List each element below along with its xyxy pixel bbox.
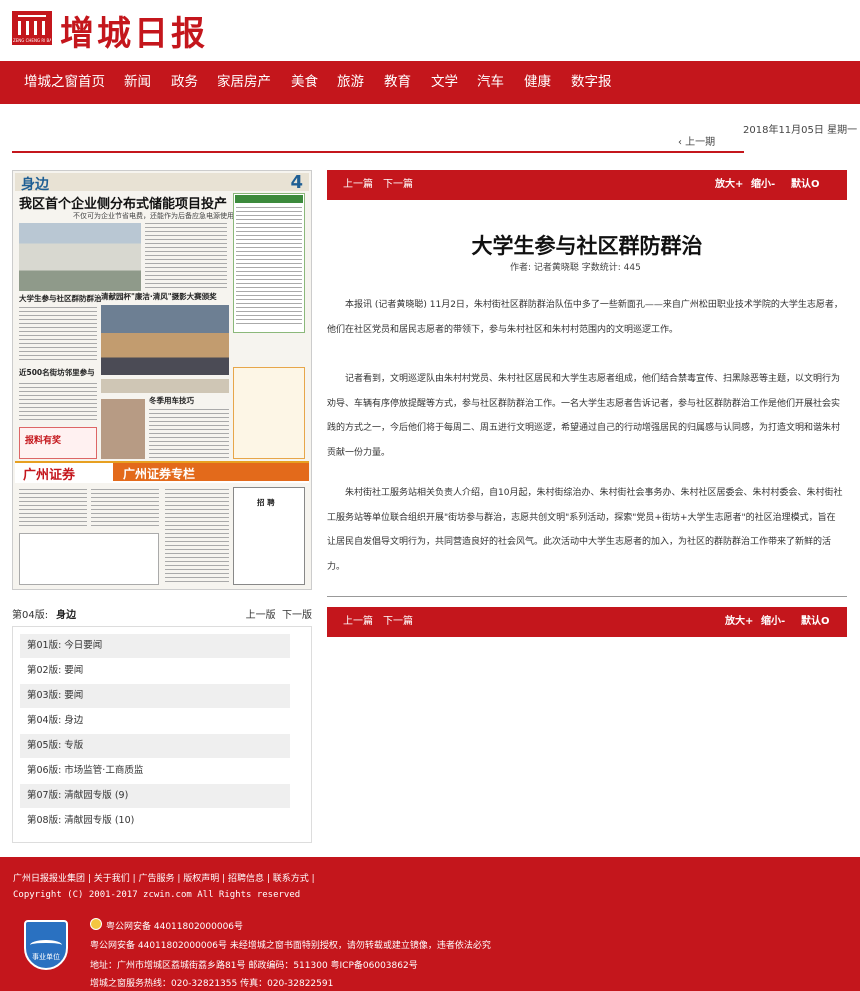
divider [327, 596, 847, 597]
text-column [19, 307, 97, 363]
footer: 广州日报报业集团 | 关于我们 | 广告服务 | 版权声明 | 招聘信息 | 联… [0, 857, 860, 991]
recruitment-title: 招 聘 [257, 498, 275, 507]
footer-links[interactable]: 广州日报报业集团 | 关于我们 | 广告服务 | 版权声明 | 招聘信息 | 联… [13, 871, 315, 884]
nav-home-property[interactable]: 家居房产 [217, 61, 271, 103]
zoom-in-button[interactable]: 放大+ [725, 607, 753, 637]
prev-article-button[interactable]: 上一篇 [343, 170, 373, 200]
page-header-band [15, 173, 309, 191]
current-edition: 第04版: 身边 [12, 606, 76, 621]
divider [12, 151, 744, 153]
article-paragraph: 记者看到，文明巡逻队由朱村村党员、朱村社区居民和大学生志愿者组成，他们结合禁毒宣… [327, 374, 841, 458]
edition-item-03[interactable]: 第03版: 要闻 [20, 684, 290, 708]
article-body: 本报讯 (记者黄晓聪) 11月2日，朱村街社区群防群治队伍中多了一些新面孔——来… [327, 293, 843, 342]
edition-item-01[interactable]: 第01版: 今日要闻 [20, 634, 290, 658]
page-subhead: 不仅可为企业节省电费，还能作为后备应急电源使用 [73, 212, 234, 220]
report-prize-ad-text: 报料有奖 [25, 436, 62, 446]
edition-pager: 上一版 下一版 [246, 606, 312, 621]
zoom-out-button[interactable]: 缩小- [751, 170, 775, 200]
issue-date: 2018年11月05日 星期一 [743, 125, 858, 136]
footer-address: 地址：广州市增城区荔城街荔乡路81号 邮政编码：511300 粤ICP备0600… [90, 961, 418, 971]
nav-literature[interactable]: 文学 [431, 61, 458, 103]
page-section-name: 身边 [21, 177, 49, 193]
default-size-button[interactable]: 默认O [791, 170, 820, 200]
next-article-button[interactable]: 下一篇 [383, 607, 413, 637]
text-column [19, 383, 97, 421]
default-size-button[interactable]: 默认O [801, 607, 830, 637]
page-story-4[interactable]: 冬季用车技巧 [149, 395, 194, 406]
article-paragraph: 本报讯 (记者黄晓聪) 11月2日，朱村街社区群防群治队伍中多了一些新面孔——来… [327, 300, 843, 335]
nav-health[interactable]: 健康 [524, 61, 551, 103]
footer-hotline: 增城之窗服务热线：020-32821355 传真：020-32822591 [90, 979, 334, 989]
prev-issue-link[interactable]: ‹ 上一期 [678, 133, 715, 148]
weather-table-rows [236, 207, 302, 327]
header: ZENG CHENG RI BAO 增城日报 [0, 0, 860, 60]
page-story-1[interactable]: 大学生参与社区群防群治 [19, 293, 102, 304]
edition-item-07[interactable]: 第07版: 清献园专版 (9) [20, 784, 290, 808]
prev-edition-link[interactable]: 上一版 [246, 610, 276, 621]
page-story-2[interactable]: 清献园杯"廉洁·清风"摄影大赛颁奖 [101, 291, 217, 302]
article-byline: 作者: 记者黄晓聪 字数统计: 445 [510, 263, 641, 273]
main-nav: 增城之窗首页 新闻 政务 家居房产 美食 旅游 教育 文学 汽车 健康 数字报 [0, 61, 860, 104]
text-column [145, 223, 227, 289]
text-column [91, 489, 159, 529]
logo-subtitle: ZENG CHENG RI BAO [13, 38, 51, 43]
securities-column-title: 广州证券专栏 [123, 467, 196, 481]
public-institution-badge-icon[interactable]: 事业单位 [24, 920, 68, 970]
nav-digital-paper[interactable]: 数字报 [571, 61, 612, 103]
zoom-in-button[interactable]: 放大+ [715, 170, 743, 200]
securities-brand: 广州证券 [23, 468, 76, 483]
nav-auto[interactable]: 汽车 [477, 61, 504, 103]
article-title: 大学生参与社区群防群治 [471, 234, 703, 258]
next-edition-link[interactable]: 下一版 [282, 610, 312, 621]
article-paragraph: 朱村街社工服务站相关负责人介绍，自10月起，朱村街综治办、朱村街社会事务办、朱村… [327, 488, 843, 572]
footer-copyright: Copyright (C) 2001-2017 zcwin.com All Ri… [13, 890, 301, 900]
public-institution-badge-label: 事业单位 [32, 953, 60, 961]
newsprint-photo [101, 379, 229, 393]
article-toolbar-bottom: 上一篇 下一篇 放大+ 缩小- 默认O [327, 607, 847, 637]
stock-chart [19, 533, 159, 585]
edition-item-05[interactable]: 第05版: 专版 [20, 734, 290, 758]
edition-item-02[interactable]: 第02版: 要闻 [20, 659, 290, 683]
ad-box [233, 367, 305, 459]
footer-notice: 粤公网安备 44011802000006号 未经增城之窗书面特别授权，请勿转载或… [90, 941, 491, 951]
edition-item-08[interactable]: 第08版: 清献园专版 (10) [20, 809, 290, 833]
photo-award-group [101, 305, 229, 375]
zoom-out-button[interactable]: 缩小- [761, 607, 785, 637]
photo-street [101, 399, 145, 459]
nav-home[interactable]: 增城之窗首页 [24, 61, 105, 103]
article-body: 朱村街社工服务站相关负责人介绍，自10月起，朱村街综治办、朱村街社会事务办、朱村… [327, 481, 843, 579]
next-article-button[interactable]: 下一篇 [383, 170, 413, 200]
logo-icon[interactable]: ZENG CHENG RI BAO [12, 11, 52, 45]
page-headline[interactable]: 我区首个企业侧分布式储能项目投产 [19, 193, 227, 212]
article-body: 记者看到，文明巡逻队由朱村村党员、朱村社区居民和大学生志愿者组成，他们结合禁毒宣… [327, 367, 843, 465]
photo-storage-facility [19, 223, 141, 291]
article-toolbar-top: 上一篇 下一篇 放大+ 缩小- 默认O [327, 170, 847, 200]
page-story-3[interactable]: 近500名街坊邻里参与 [19, 367, 95, 378]
nav-education[interactable]: 教育 [384, 61, 411, 103]
nav-food[interactable]: 美食 [291, 61, 318, 103]
current-edition-name: 身边 [56, 610, 77, 621]
page-number: 4 [290, 172, 303, 193]
edition-item-04[interactable]: 第04版: 身边 [20, 709, 290, 733]
nav-government[interactable]: 政务 [171, 61, 198, 103]
current-edition-label: 第04版: [12, 610, 49, 621]
weather-table-header [235, 195, 303, 203]
edition-list: 第01版: 今日要闻 第02版: 要闻 第03版: 要闻 第04版: 身边 第0… [12, 626, 312, 843]
edition-item-06[interactable]: 第06版: 市场监管·工商质监 [20, 759, 290, 783]
police-registration[interactable]: 粤公网安备 44011802000006号 [106, 919, 243, 932]
text-column [149, 409, 229, 459]
prev-article-button[interactable]: 上一篇 [343, 607, 373, 637]
text-column [19, 489, 87, 529]
logo-title[interactable]: 增城日报 [60, 6, 208, 55]
nav-news[interactable]: 新闻 [124, 61, 151, 103]
text-column [165, 489, 229, 585]
police-emblem-icon[interactable] [90, 918, 102, 930]
nav-travel[interactable]: 旅游 [337, 61, 364, 103]
newspaper-page-thumbnail[interactable]: 身边 4 我区首个企业侧分布式储能项目投产 不仅可为企业节省电费，还能作为后备应… [12, 170, 312, 590]
